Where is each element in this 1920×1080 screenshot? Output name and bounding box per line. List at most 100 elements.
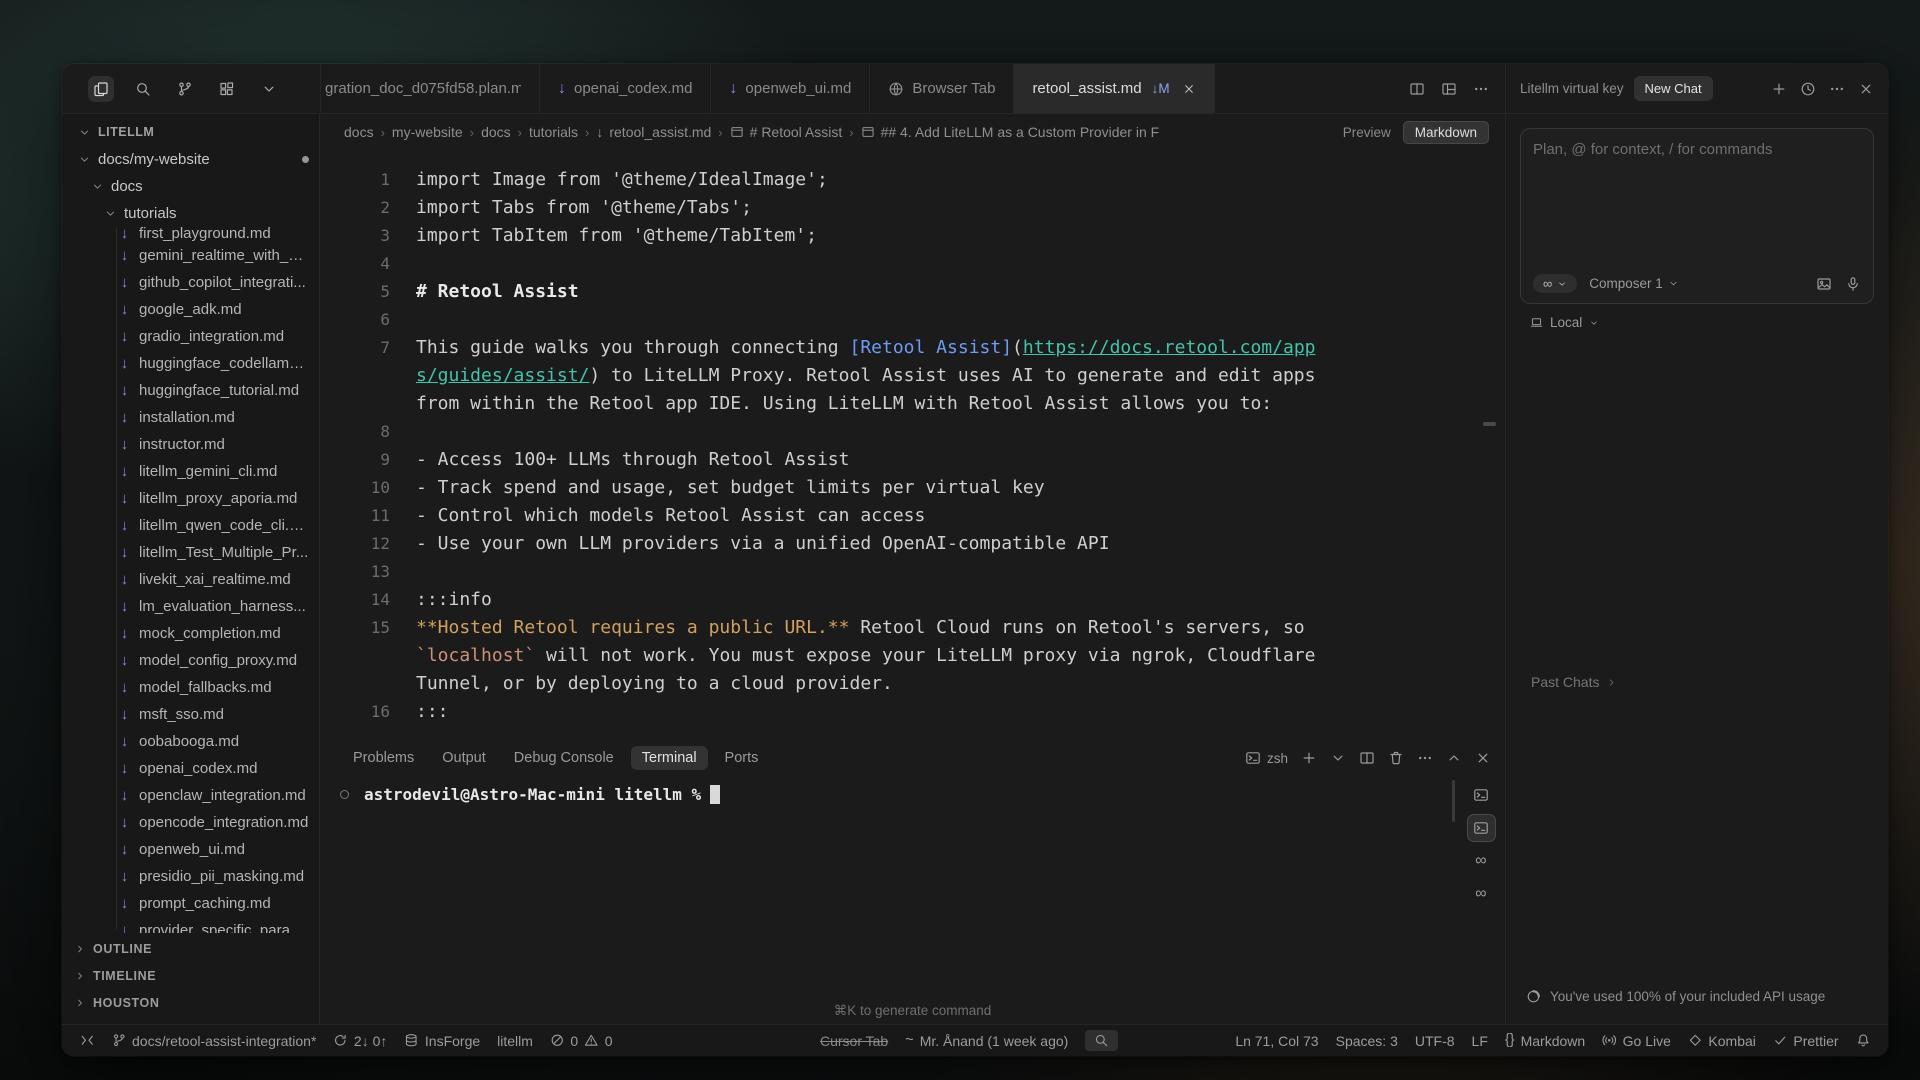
tree-file-gemini-realtime-with-a-[interactable]: ↓gemini_realtime_with_a... [62, 242, 319, 269]
terminal-session-terminal[interactable] [1467, 781, 1496, 809]
tree-file-model-fallbacks-md[interactable]: ↓model_fallbacks.md [62, 674, 319, 701]
breadcrumb-item[interactable]: docs [344, 124, 374, 140]
breadcrumb-item[interactable]: tutorials [529, 124, 578, 140]
tree-file-model-config-proxy-md[interactable]: ↓model_config_proxy.md [62, 647, 319, 674]
microphone-icon[interactable] [1845, 276, 1861, 292]
code-line-13[interactable]: 13 [320, 558, 1505, 586]
status-utf-8[interactable]: UTF-8 [1415, 1033, 1455, 1049]
panel-tab-problems[interactable]: Problems [342, 746, 425, 770]
activity-git-branch-button[interactable] [172, 76, 198, 102]
tree-file-instructor-md[interactable]: ↓instructor.md [62, 431, 319, 458]
panel-tab-output[interactable]: Output [431, 746, 497, 770]
kebab-icon[interactable] [1829, 81, 1845, 97]
sidebar-section-houston[interactable]: HOUSTON [62, 989, 319, 1016]
status-markdown[interactable]: {}Markdown [1505, 1033, 1585, 1049]
terminal[interactable]: astrodevil@Astro-Mac-mini litellm % [320, 776, 1457, 998]
local-model-selector[interactable]: Local [1530, 315, 1888, 330]
breadcrumb-item[interactable]: ↓retool_assist.md [596, 124, 711, 140]
tree-folder-docs[interactable]: docs [62, 173, 319, 200]
tree-file-litellm-qwen-code-cli-md[interactable]: ↓litellm_qwen_code_cli.md [62, 512, 319, 539]
editor-tab-retool-assist-md[interactable]: retool_assist.md↓M [1014, 64, 1214, 113]
tree-file-presidio-pii-masking-md[interactable]: ↓presidio_pii_masking.md [62, 863, 319, 890]
kebab-icon[interactable] [1417, 750, 1433, 766]
tree-file-openweb-ui-md[interactable]: ↓openweb_ui.md [62, 836, 319, 863]
ai-input-box[interactable]: Plan, @ for context, / for commands ∞ Co… [1520, 128, 1874, 304]
tree-file-msft-sso-md[interactable]: ↓msft_sso.md [62, 701, 319, 728]
status-search[interactable] [1085, 1030, 1118, 1051]
status-litellm[interactable]: litellm [497, 1033, 533, 1049]
close-icon[interactable] [1182, 82, 1196, 96]
markdown-button[interactable]: Markdown [1403, 121, 1489, 144]
tree-file-opencode-integration-md[interactable]: ↓opencode_integration.md [62, 809, 319, 836]
panel-tab-ports[interactable]: Ports [714, 746, 770, 770]
tree-file-gradio-integration-md[interactable]: ↓gradio_integration.md [62, 323, 319, 350]
explorer-root-header[interactable]: LITELLM [62, 120, 319, 146]
new-chat-button[interactable]: New Chat [1634, 76, 1713, 101]
code-line-7[interactable]: 7This guide walks you through connecting… [320, 334, 1505, 418]
status-kombai[interactable]: Kombai [1688, 1033, 1756, 1049]
code-line-16[interactable]: 16::: [320, 698, 1505, 726]
tree-file-litellm-gemini-cli-md[interactable]: ↓litellm_gemini_cli.md [62, 458, 319, 485]
breadcrumb-item[interactable]: ## 4. Add LiteLLM as a Custom Provider i… [861, 124, 1160, 140]
layout-icon[interactable] [1441, 81, 1457, 97]
tree-file-github-copilot-integrati-[interactable]: ↓github_copilot_integrati... [62, 269, 319, 296]
status-2-0[interactable]: 2↓ 0↑ [333, 1033, 387, 1049]
sidebar-section-timeline[interactable]: TIMELINE [62, 962, 319, 989]
editor-tab-browser-tab[interactable]: Browser Tab [870, 64, 1014, 113]
split-icon[interactable] [1409, 81, 1425, 97]
chevron-down-icon[interactable] [1330, 750, 1346, 766]
preview-button[interactable]: Preview [1343, 125, 1391, 140]
tree-folder-docs-my-website[interactable]: docs/my-website [62, 146, 319, 173]
code-line-10[interactable]: 10- Track spend and usage, set budget li… [320, 474, 1505, 502]
code-line-11[interactable]: 11- Control which models Retool Assist c… [320, 502, 1505, 530]
terminal-session-infinity[interactable]: ∞ [1467, 880, 1496, 908]
code-editor[interactable]: 1import Image from '@theme/IdealImage';2… [320, 150, 1505, 740]
code-line-2[interactable]: 2import Tabs from '@theme/Tabs'; [320, 194, 1505, 222]
tree-file-litellm-test-multiple-pr-[interactable]: ↓litellm_Test_Multiple_Pr... [62, 539, 319, 566]
code-line-4[interactable]: 4 [320, 250, 1505, 278]
activity-search-button[interactable] [130, 76, 156, 102]
code-line-12[interactable]: 12- Use your own LLM providers via a uni… [320, 530, 1505, 558]
panel-tab-terminal[interactable]: Terminal [631, 746, 708, 770]
status-remote[interactable] [80, 1033, 95, 1048]
tree-file-openai-codex-md[interactable]: ↓openai_codex.md [62, 755, 319, 782]
split-icon[interactable] [1359, 750, 1375, 766]
status-bell[interactable] [1856, 1033, 1871, 1048]
tree-file-livekit-xai-realtime-md[interactable]: ↓livekit_xai_realtime.md [62, 566, 319, 593]
tree-file-huggingface-tutorial-md[interactable]: ↓huggingface_tutorial.md [62, 377, 319, 404]
code-line-1[interactable]: 1import Image from '@theme/IdealImage'; [320, 166, 1505, 194]
agent-mode-selector[interactable]: ∞ [1533, 274, 1577, 293]
terminal-session-terminal[interactable] [1467, 814, 1496, 842]
chevron-up-icon[interactable] [1446, 750, 1462, 766]
close-icon[interactable] [1858, 81, 1874, 97]
tree-file-google-adk-md[interactable]: ↓google_adk.md [62, 296, 319, 323]
tree-folder-tutorials[interactable]: tutorials [62, 200, 319, 227]
breadcrumb-item[interactable]: # Retool Assist [730, 124, 843, 140]
breadcrumb-item[interactable]: docs [481, 124, 511, 140]
close-icon[interactable] [1475, 750, 1491, 766]
status-go-live[interactable]: Go Live [1602, 1033, 1671, 1049]
status-prettier[interactable]: Prettier [1773, 1033, 1839, 1049]
code-line-3[interactable]: 3import TabItem from '@theme/TabItem'; [320, 222, 1505, 250]
past-chats-link[interactable]: Past Chats [1531, 674, 1617, 690]
status-mr-nand-1-week-ago[interactable]: ~Mr. Ånand (1 week ago) [905, 1033, 1068, 1049]
attach-image-icon[interactable] [1816, 276, 1832, 292]
sidebar-section-outline[interactable]: OUTLINE [62, 935, 319, 962]
terminal-icon[interactable] [1245, 750, 1261, 766]
code-line-9[interactable]: 9- Access 100+ LLMs through Retool Assis… [320, 446, 1505, 474]
editor-tab-openai-codex-md[interactable]: ↓openai_codex.md [540, 64, 711, 113]
status-ln-71-col-73[interactable]: Ln 71, Col 73 [1235, 1033, 1318, 1049]
trash-icon[interactable] [1388, 750, 1404, 766]
tree-file-lm-evaluation-harness-[interactable]: ↓lm_evaluation_harness... [62, 593, 319, 620]
plus-icon[interactable] [1771, 81, 1787, 97]
terminal-scrollbar-thumb[interactable] [1452, 780, 1455, 822]
code-line-14[interactable]: 14:::info [320, 586, 1505, 614]
terminal-session-infinity[interactable]: ∞ [1467, 847, 1496, 875]
clock-icon[interactable] [1800, 81, 1816, 97]
composer-selector[interactable]: Composer 1 [1589, 276, 1679, 291]
status-spaces-3[interactable]: Spaces: 3 [1336, 1033, 1398, 1049]
status-docs-retool-assist-integration[interactable]: docs/retool-assist-integration* [112, 1033, 317, 1049]
editor-tab-gration-doc-d075fd58-plan-md[interactable]: gration_doc_d075fd58.plan.md [321, 64, 540, 113]
tree-file-provider-specific-para-[interactable]: ↓provider_specific_para... [62, 917, 319, 933]
tree-file-openclaw-integration-md[interactable]: ↓openclaw_integration.md [62, 782, 319, 809]
